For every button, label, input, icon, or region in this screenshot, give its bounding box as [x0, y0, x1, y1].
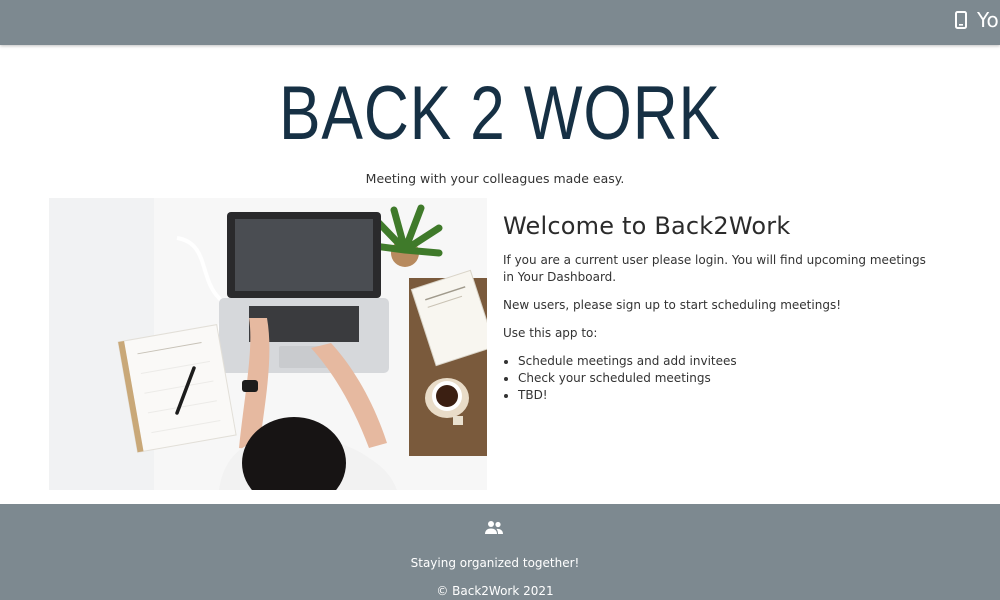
footer-slogan: Staying organized together! [410, 556, 580, 570]
list-item: TBD! [518, 387, 933, 404]
group-icon [485, 521, 503, 534]
signup-paragraph: New users, please sign up to start sched… [503, 298, 842, 312]
workspace-illustration [49, 198, 487, 490]
hero-photo [49, 198, 487, 490]
nav-link-user[interactable]: Yo [955, 8, 999, 32]
footer-copyright: © Back2Work 2021 [436, 584, 554, 598]
top-navbar: Yo [0, 0, 1000, 45]
intro-paragraph: If you are a current user please login. … [503, 253, 926, 284]
feature-list: Schedule meetings and add invitees Check… [518, 353, 933, 404]
page-title: BACK 2 WORK [279, 71, 721, 156]
tagline: Meeting with your colleagues made easy. [365, 171, 625, 186]
list-item: Check your scheduled meetings [518, 370, 933, 387]
nav-link-label: Yo [977, 8, 999, 32]
list-item: Schedule meetings and add invitees [518, 353, 933, 370]
usage-paragraph: Use this app to: [503, 326, 598, 340]
phone-icon [955, 11, 967, 29]
page-footer: Staying organized together! © Back2Work … [0, 504, 1000, 600]
welcome-heading: Welcome to Back2Work [503, 212, 791, 240]
welcome-section: Welcome to Back2Work If you are a curren… [503, 212, 933, 404]
